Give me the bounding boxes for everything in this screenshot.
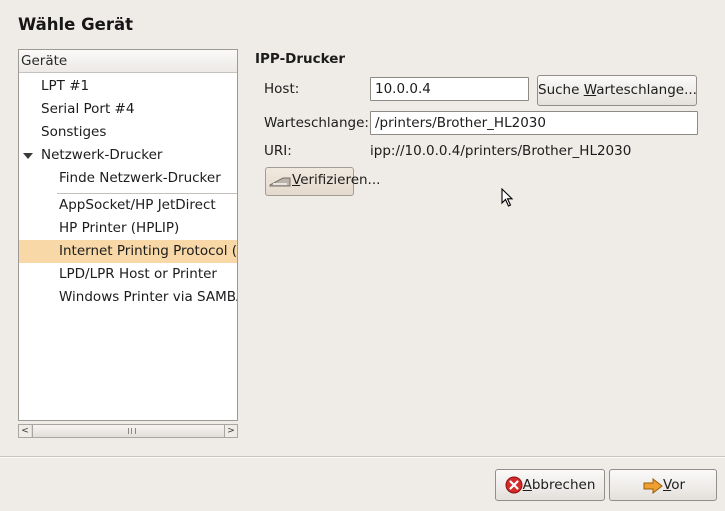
scroll-right-icon[interactable]: > (225, 425, 237, 437)
printer-network-icon (269, 177, 291, 187)
device-item-label: AppSocket/HP JetDirect (59, 197, 216, 213)
device-item-label: HP Printer (HPLIP) (59, 220, 180, 236)
device-list-header[interactable]: Geräte (19, 50, 237, 73)
mnemonic: V (663, 477, 672, 493)
dialog-title: Wähle Gerät (18, 15, 133, 34)
section-title: IPP-Drucker (255, 51, 346, 67)
scroll-left-icon[interactable]: < (19, 425, 31, 437)
device-item-network-printer[interactable]: Netzwerk-Drucker (41, 144, 163, 167)
device-item-label: Netzwerk-Drucker (41, 147, 163, 163)
horizontal-scrollbar[interactable]: < > (18, 424, 238, 438)
queue-label: Warteschlange: (264, 115, 369, 131)
device-item-ipp[interactable]: Internet Printing Protocol (ipp) (19, 240, 237, 263)
device-item-find-network-printer[interactable]: Finde Netzwerk-Drucker (59, 167, 221, 190)
uri-value: ipp://10.0.0.4/printers/Brother_HL2030 (370, 143, 632, 159)
forward-button[interactable]: Vor (609, 469, 717, 501)
device-item-label: LPD/LPR Host or Printer (59, 266, 217, 282)
footer-separator (0, 456, 725, 458)
device-item-appsocket[interactable]: AppSocket/HP JetDirect (59, 194, 216, 217)
queue-input[interactable] (370, 111, 698, 135)
device-item-lpd[interactable]: LPD/LPR Host or Printer (59, 263, 217, 286)
device-item-label: Finde Netzwerk-Drucker (59, 170, 221, 186)
forward-arrow-icon (643, 478, 663, 494)
button-label: bbrechen (531, 477, 596, 493)
mouse-pointer-icon (501, 188, 514, 207)
expander-icon[interactable] (23, 153, 33, 159)
scrollbar-thumb[interactable] (32, 425, 225, 437)
device-item-other[interactable]: Sonstiges (41, 121, 106, 144)
device-item-label: Internet Printing Protocol (ipp) (59, 243, 238, 259)
search-queue-button[interactable]: Suche Warteschlange... (537, 75, 697, 106)
button-label: Suche (538, 82, 584, 98)
button-label: or (671, 477, 685, 493)
device-item-label: Sonstiges (41, 124, 107, 140)
host-label: Host: (264, 81, 300, 97)
mnemonic: A (522, 477, 532, 493)
device-item-serial-port[interactable]: Serial Port #4 (41, 98, 134, 121)
verify-label[interactable]: Verifizieren... (292, 172, 380, 188)
device-item-hplip[interactable]: HP Printer (HPLIP) (59, 217, 179, 240)
mnemonic: V (292, 172, 301, 188)
device-item-lpt1[interactable]: LPT #1 (41, 75, 89, 98)
device-item-label: Windows Printer via SAMBA (59, 289, 238, 305)
button-label: erifizieren... (300, 172, 381, 188)
device-item-label: LPT #1 (41, 78, 90, 94)
uri-label: URI: (264, 143, 292, 159)
cancel-icon (505, 476, 523, 494)
host-input[interactable] (370, 77, 529, 101)
cancel-button[interactable]: Abbrechen (495, 469, 605, 501)
device-item-samba[interactable]: Windows Printer via SAMBA (59, 286, 238, 309)
grip-icon (128, 428, 136, 434)
button-label: arteschlange... (596, 82, 697, 98)
device-item-label: Serial Port #4 (41, 101, 135, 117)
mnemonic: W (583, 82, 597, 98)
device-list[interactable]: Geräte LPT #1 Serial Port #4 Sonstiges N… (18, 49, 238, 421)
